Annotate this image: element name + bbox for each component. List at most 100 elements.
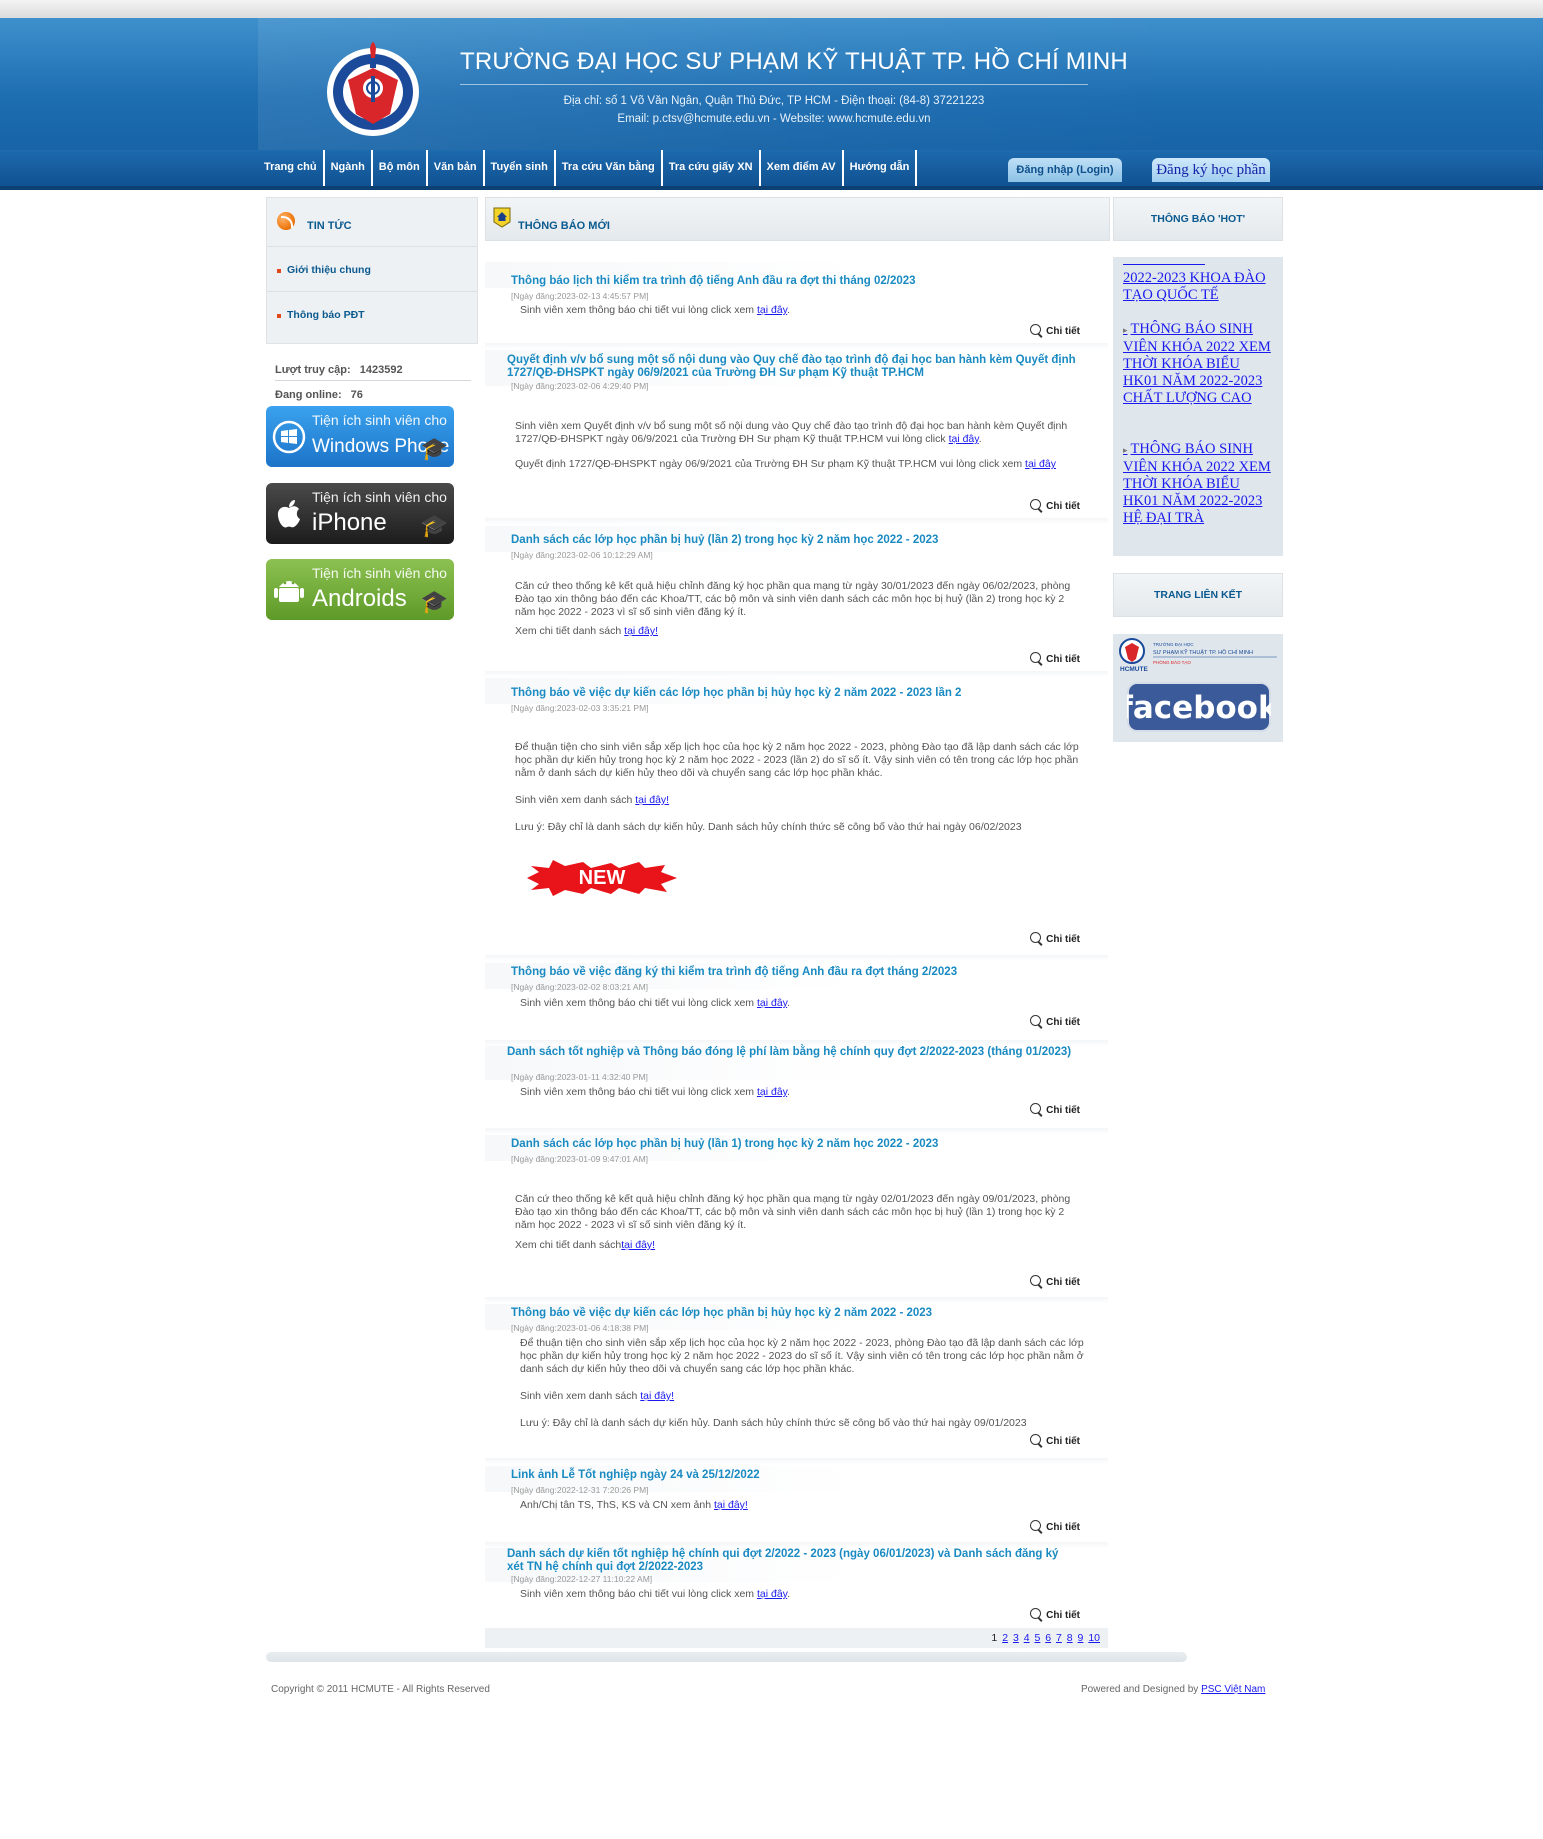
page-link[interactable]: 5 — [1034, 1632, 1040, 1644]
news-separator — [485, 1128, 1108, 1134]
page-numbers: 1 2 3 4 5 6 7 8 9 10 — [991, 1632, 1100, 1644]
iphone-app-button[interactable]: Tiện ích sinh viên cho iPhone 🎓 — [266, 483, 454, 544]
news-title[interactable]: Thông báo về việc dự kiến các lớp học ph… — [511, 687, 1081, 700]
detail-button[interactable]: Chi tiết — [1030, 1608, 1080, 1621]
news-title[interactable]: Danh sách dự kiến tốt nghiệp hệ chính qu… — [507, 1548, 1077, 1574]
magnifier-icon — [1030, 1608, 1042, 1619]
login-button[interactable]: Đăng nhập (Login) — [1008, 158, 1122, 182]
detail-button[interactable]: Chi tiết — [1030, 499, 1080, 512]
here-link[interactable]: tại đây — [757, 997, 787, 1009]
detail-button[interactable]: Chi tiết — [1030, 932, 1080, 945]
rss-icon — [277, 212, 295, 230]
hot-link[interactable]: ▸ THÔNG BÁO SINH VIÊN KHÓA 2022 XEM THỜI … — [1123, 441, 1273, 527]
news-separator — [485, 1297, 1108, 1303]
detail-button[interactable]: Chi tiết — [1030, 652, 1080, 665]
magnifier-icon — [1030, 1103, 1042, 1114]
course-registration-button[interactable]: Đăng ký học phần — [1152, 158, 1270, 182]
nav-item-majors[interactable]: Ngành — [325, 150, 373, 186]
windows-phone-app-button[interactable]: Tiện ích sinh viên cho Windows Phone 🎓 — [266, 406, 454, 467]
sidebar-item-label[interactable]: Thông báo PĐT — [287, 309, 365, 321]
here-link[interactable]: tại đây — [757, 1086, 787, 1098]
hcmute-training-logo[interactable]: HCMUTE TRƯỜNG ĐẠI HỌC SƯ PHẠM KỸ THUẬT T… — [1117, 637, 1279, 673]
left-news-menu: TIN TỨC Giới thiệu chung Thông báo PĐT — [266, 197, 478, 344]
news-title[interactable]: Quyết định v/v bổ sung một số nội dung v… — [507, 354, 1077, 380]
app-name: Androids — [312, 585, 407, 612]
news-title[interactable]: Danh sách các lớp học phần bị huỷ (lần 2… — [511, 534, 1081, 547]
title-divider — [460, 84, 1088, 85]
page-link[interactable]: 2 — [1002, 1632, 1008, 1644]
online-label: Đang online: — [275, 389, 342, 401]
detail-button[interactable]: Chi tiết — [1030, 324, 1080, 337]
detail-button[interactable]: Chi tiết — [1030, 1520, 1080, 1533]
nav-item-admissions[interactable]: Tuyển sinh — [485, 150, 556, 186]
here-link[interactable]: tại đây — [949, 433, 979, 445]
here-link[interactable]: tại đây! — [714, 1499, 748, 1511]
announcements-title: THÔNG BÁO MỚI — [518, 220, 610, 232]
nav-item-guide[interactable]: Hướng dẫn — [844, 150, 918, 186]
here-link[interactable]: tại đây — [757, 304, 787, 316]
nav-item-documents[interactable]: Văn bản — [428, 150, 485, 186]
facebook-logo[interactable]: facebook — [1127, 682, 1271, 732]
nav-item-certificate-lookup[interactable]: Tra cứu giấy XN — [663, 150, 761, 186]
news-item: Thông báo về việc đăng ký thi kiểm tra t… — [485, 963, 1108, 1041]
contact-line: Email: p.ctsv@hcmute.edu.vn - Website: w… — [617, 113, 931, 125]
here-link[interactable]: tại đây! — [621, 1239, 655, 1251]
nav-item-home[interactable]: Trang chủ — [258, 150, 325, 186]
address-line: Địa chỉ: số 1 Võ Văn Ngân, Quận Thủ Đức,… — [563, 95, 985, 107]
page-link[interactable]: 9 — [1078, 1632, 1084, 1644]
online-value: 76 — [350, 389, 363, 401]
news-item: Danh sách dự kiến tốt nghiệp hệ chính qu… — [485, 1548, 1108, 1628]
graduation-cap-icon: 🎓 — [420, 589, 448, 614]
news-title[interactable]: Danh sách các lớp học phần bị huỷ (lần 1… — [511, 1138, 1081, 1151]
detail-button[interactable]: Chi tiết — [1030, 1434, 1080, 1447]
news-separator — [485, 518, 1108, 524]
detail-button[interactable]: Chi tiết — [1030, 1015, 1080, 1028]
magnifier-icon — [1030, 324, 1042, 335]
svg-text:HCMUTE: HCMUTE — [1120, 666, 1148, 673]
android-app-button[interactable]: Tiện ích sinh viên cho Androids 🎓 — [266, 559, 454, 620]
news-separator — [485, 955, 1108, 961]
nav-item-diploma-lookup[interactable]: Tra cứu Văn bằng — [556, 150, 663, 186]
nav-item-departments[interactable]: Bộ môn — [373, 150, 428, 186]
news-title: TIN TỨC — [307, 220, 352, 232]
page-link[interactable]: 4 — [1024, 1632, 1030, 1644]
here-link[interactable]: tại đây — [757, 1588, 787, 1600]
news-title[interactable]: Link ảnh Lễ Tốt nghiệp ngày 24 và 25/12/… — [511, 1469, 1081, 1482]
news-title[interactable]: Thông báo về việc đăng ký thi kiểm tra t… — [511, 966, 1081, 979]
news-title[interactable]: Thông báo lịch thi kiểm tra trình độ tiế… — [511, 275, 1081, 288]
hot-link[interactable]: ▸ THÔNG BÁO SINH VIÊN KHÓA 2022 XEM THỜI … — [1123, 321, 1273, 407]
svg-text:PHÒNG ĐÀO TẠO: PHÒNG ĐÀO TẠO — [1153, 659, 1191, 665]
nav-item-english-scores[interactable]: Xem điểm AV — [761, 150, 844, 186]
magnifier-icon — [1030, 932, 1042, 943]
here-link[interactable]: tại đây! — [635, 794, 669, 806]
news-body: Sinh viên xem thông báo chi tiết vui lòn… — [520, 1588, 791, 1600]
news-body: Căn cứ theo thống kê kết quả hiệu chỉnh … — [515, 1193, 1071, 1251]
page-link[interactable]: 7 — [1056, 1632, 1062, 1644]
here-link[interactable]: tại đây! — [624, 625, 658, 637]
magnifier-icon — [1030, 499, 1042, 510]
news-title[interactable]: Thông báo về việc dự kiến các lớp học ph… — [511, 1307, 1081, 1320]
page-link[interactable]: 10 — [1088, 1632, 1100, 1644]
graduation-cap-icon: 🎓 — [420, 436, 448, 461]
hot-link[interactable]: 2022-2023 KHOA ĐÀO TẠO QUỐC TẾ — [1123, 270, 1273, 304]
footer-divider — [266, 1652, 1187, 1662]
news-body: Sinh viên xem thông báo chi tiết vui lòn… — [520, 997, 791, 1009]
here-link[interactable]: tại đây! — [640, 1390, 674, 1402]
news-title[interactable]: Danh sách tốt nghiệp và Thông báo đóng l… — [507, 1046, 1077, 1059]
sidebar-item-intro[interactable]: Giới thiệu chung — [267, 247, 477, 292]
news-date: [Ngày đăng:2022-12-31 7:20:26 PM] — [511, 1485, 649, 1495]
main-nav: Trang chủ Ngành Bộ môn Văn bản Tuyển sin… — [258, 150, 918, 186]
psc-link[interactable]: PSC Việt Nam — [1201, 1684, 1265, 1695]
page-link[interactable]: 6 — [1045, 1632, 1051, 1644]
news-item: Thông báo về việc dự kiến các lớp học ph… — [485, 678, 1108, 956]
page-link[interactable]: 3 — [1013, 1632, 1019, 1644]
sidebar-item-label[interactable]: Giới thiệu chung — [287, 264, 371, 276]
detail-button[interactable]: Chi tiết — [1030, 1103, 1080, 1116]
svg-text:TRƯỜNG ĐẠI HỌC: TRƯỜNG ĐẠI HỌC — [1153, 641, 1194, 647]
here-link[interactable]: tại đây — [1025, 458, 1056, 470]
detail-button[interactable]: Chi tiết — [1030, 1275, 1080, 1288]
page-link[interactable]: 8 — [1067, 1632, 1073, 1644]
news-body: Anh/Chị tân TS, ThS, KS và CN xem ảnh tạ… — [520, 1499, 748, 1511]
sidebar-item-announcements[interactable]: Thông báo PĐT — [267, 292, 477, 342]
news-date: [Ngày đăng:2023-01-06 4:18:38 PM] — [511, 1323, 649, 1333]
